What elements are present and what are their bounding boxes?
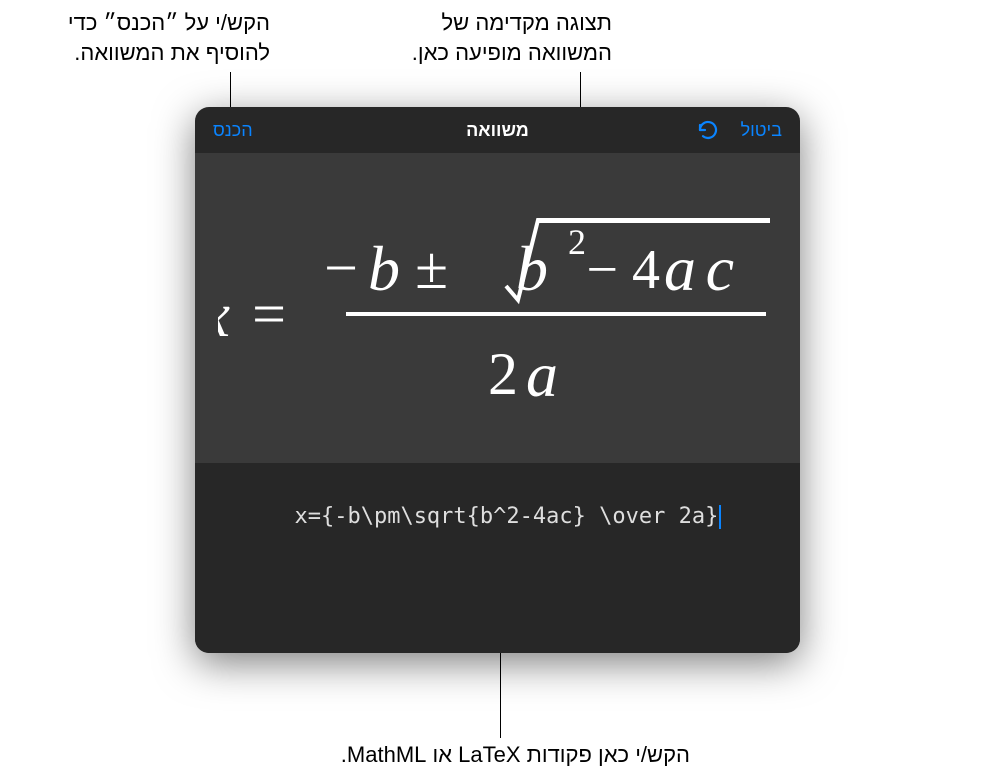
svg-text:a: a — [526, 339, 558, 410]
equation-input-area[interactable]: x={-b\pm\sqrt{b^2-4ac} \over 2a} — [195, 463, 800, 653]
undo-icon[interactable] — [695, 117, 721, 143]
equation-dialog: ביטול משוואה הכנס x = − b — [195, 107, 800, 653]
svg-text:b: b — [368, 233, 400, 304]
callout-input-text: הקש/י כאן פקודות LaTeX או MathML. — [330, 740, 690, 770]
svg-text:x: x — [218, 279, 230, 350]
svg-text:±: ± — [415, 235, 448, 301]
equation-render: x = − b ± b 2 − 4 a c 2 a — [218, 178, 778, 438]
equation-code-input[interactable]: x={-b\pm\sqrt{b^2-4ac} \over 2a} — [215, 479, 780, 633]
titlebar-right-group: ביטול — [695, 117, 782, 143]
titlebar-left-group: הכנס — [213, 120, 253, 141]
svg-text:2: 2 — [568, 222, 586, 262]
svg-text:2: 2 — [488, 341, 518, 407]
text-cursor — [719, 505, 721, 529]
dialog-titlebar: ביטול משוואה הכנס — [195, 107, 800, 153]
svg-text:−: − — [586, 239, 618, 301]
svg-text:−: − — [324, 235, 358, 301]
callout-preview-text: תצוגה מקדימה של המשוואה מופיעה כאן. — [362, 8, 612, 67]
equation-preview: x = − b ± b 2 − 4 a c 2 a — [195, 153, 800, 463]
equation-code-text: x={-b\pm\sqrt{b^2-4ac} \over 2a} — [294, 504, 718, 529]
insert-button[interactable]: הכנס — [213, 120, 253, 141]
svg-text:a: a — [664, 233, 696, 304]
svg-text:b: b — [516, 233, 548, 304]
callout-insert-text: הקש/י על ״הכנס״ כדי להוסיף את המשוואה. — [40, 8, 270, 67]
svg-text:c: c — [705, 233, 733, 304]
svg-text:4: 4 — [632, 239, 660, 301]
cancel-button[interactable]: ביטול — [741, 120, 782, 141]
svg-text:=: = — [252, 281, 286, 347]
